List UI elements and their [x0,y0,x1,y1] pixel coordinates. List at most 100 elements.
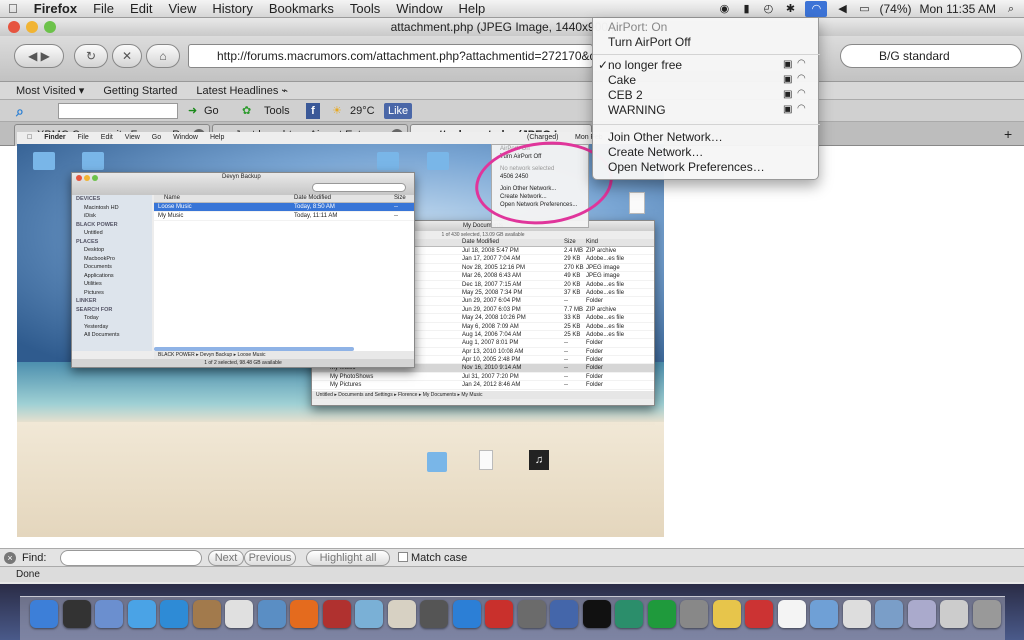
iphoto-icon[interactable] [257,600,286,628]
photo-booth-icon[interactable] [322,600,351,628]
join-other-network-item[interactable]: Join Other Network… [608,130,723,144]
wifi-icon[interactable]: ◠ [805,1,828,17]
bookmark-getting-started[interactable]: Getting Started [103,85,177,97]
menubar-clock[interactable]: Mon 11:35 AM [920,2,997,16]
menu-view[interactable]: View [160,1,204,16]
skype-icon[interactable]: ◉ [717,3,731,16]
xcode-icon[interactable] [550,600,578,628]
menu-bookmarks[interactable]: Bookmarks [261,1,342,16]
menu-help[interactable]: Help [451,1,494,16]
turn-airport-off-item[interactable]: Turn AirPort Off [608,35,691,49]
toolbar-search-icon[interactable]: ⌕ [16,100,24,122]
firefox-icon[interactable] [290,600,318,628]
bookmark-latest-headlines[interactable]: Latest Headlines ⌁ [196,85,288,97]
battery-icon[interactable]: ▭ [857,3,871,16]
dashboard-icon[interactable] [62,600,91,628]
menu-history[interactable]: History [204,1,260,16]
weather-temp[interactable]: 29°C [350,100,375,122]
network-item[interactable]: WARNING ▣ ◠ [593,103,820,118]
close-findbar-icon[interactable]: × [4,552,16,564]
create-network-item[interactable]: Create Network… [608,145,703,159]
embedded-docs-cell: ZIP archive [586,248,617,254]
safari-icon[interactable] [127,600,156,628]
imovie-icon[interactable] [420,600,448,628]
mail-stamp-icon[interactable] [387,600,416,628]
close-window-icon[interactable] [8,21,20,33]
facetime-icon[interactable] [160,600,188,628]
facebook-icon[interactable]: f [306,103,320,119]
checkmark-icon: ✓ [598,58,609,72]
highlight-all-button[interactable]: Highlight all [306,550,390,566]
adium-icon[interactable] [712,600,741,628]
go-arrow-icon[interactable]: ➜ [188,100,197,122]
search-input[interactable]: B/G standard [840,44,1022,68]
embedded-docs-cell: -- [564,357,568,364]
screenshots-icon[interactable] [940,600,968,628]
time-machine-icon[interactable]: ◴ [761,3,775,16]
apple-menu-icon[interactable]:  [0,1,26,16]
ical-icon[interactable] [225,600,253,628]
find-next-button[interactable]: Next [208,550,244,566]
minimize-window-icon[interactable] [26,21,38,33]
embedded-docs-cell: 49 KB [564,273,581,280]
zoom-window-icon[interactable] [44,21,56,33]
tools-gear-icon[interactable]: ✿ [242,100,251,122]
dictionary-icon[interactable] [485,600,513,628]
address-book-icon[interactable] [192,600,221,628]
time-machine-icon[interactable] [615,600,643,628]
menu-edit[interactable]: Edit [122,1,160,16]
menu-window[interactable]: Window [388,1,450,16]
volume-icon[interactable]: ◀ [835,3,849,16]
downloads-stack-icon[interactable] [875,600,903,628]
menu-tools[interactable]: Tools [342,1,388,16]
network-item[interactable]: Cake ▣ ◠ [593,73,820,88]
documents-stack-icon[interactable] [907,600,936,628]
ical-alt-icon[interactable] [745,600,773,628]
embedded-docs-cell: Folder [586,340,604,347]
home-button[interactable]: ⌂ [146,44,180,68]
trash-icon[interactable] [972,600,1001,628]
network-item[interactable]: ✓ no longer free ▣ ◠ [593,58,820,73]
network-item[interactable]: CEB 2 ▣ ◠ [593,88,820,103]
new-tab-button[interactable]: + [1004,126,1012,142]
find-previous-button[interactable]: Previous [244,550,296,566]
spotlight-icon[interactable]: ⌕ [1004,3,1018,16]
textedit-icon[interactable] [777,600,806,628]
menu-app-name[interactable]: Firefox [26,1,85,16]
finder-icon[interactable] [30,600,58,628]
go-button[interactable]: Go [204,100,219,122]
toolbar-search-field[interactable] [58,103,178,119]
embedded-finder-window: Devyn Backup DEVICES Macintosh HD iDisk BLA… [71,172,415,368]
network-icon[interactable] [810,600,838,628]
find-bar: × Find: Next Previous Highlight all Matc… [0,548,1024,568]
bluetooth-icon[interactable]: ✱ [783,3,797,16]
itunes-icon[interactable] [452,600,481,628]
url-input[interactable]: http://forums.macrumors.com/attachment.p… [188,44,593,68]
find-input[interactable] [60,550,202,566]
airport-utility-icon[interactable] [842,600,871,628]
reload-button[interactable]: ↻ [74,44,108,68]
stop-button[interactable]: ✕ [112,44,142,68]
embedded-docs-cell: -- [564,340,568,347]
embedded-zoom-icon [92,175,98,181]
navigation-toolbar: ◀ ▶ ↻ ✕ ⌂ http://forums.macrumors.com/at… [0,36,1024,82]
back-forward-button[interactable]: ◀ ▶ [14,44,64,68]
embedded-sidebar-item: Desktop [84,247,105,253]
preview-icon[interactable] [355,600,383,628]
chess-icon[interactable] [582,600,611,628]
facebook-like-button[interactable]: Like [384,103,413,119]
system-preferences-icon[interactable] [680,600,708,628]
utorrent-icon[interactable] [647,600,676,628]
embedded-docs-path: Untitled ▸ Documents and Settings ▸ Flor… [312,391,654,399]
battery-percent: (74%) [879,2,912,16]
embedded-docs-cell: Folder [586,365,604,372]
airport-menu: AirPort: On Turn AirPort Off ✓ no longer … [592,18,820,180]
bookmark-most-visited[interactable]: Most Visited ▾ [16,85,84,97]
garageband-icon[interactable] [517,600,546,628]
menu-file[interactable]: File [85,1,122,16]
phone-icon[interactable]: ▮ [739,3,753,16]
match-case-checkbox[interactable] [398,552,408,562]
tools-button[interactable]: Tools [264,100,290,122]
mail-icon[interactable] [95,600,123,628]
open-network-preferences-item[interactable]: Open Network Preferences… [608,160,765,174]
